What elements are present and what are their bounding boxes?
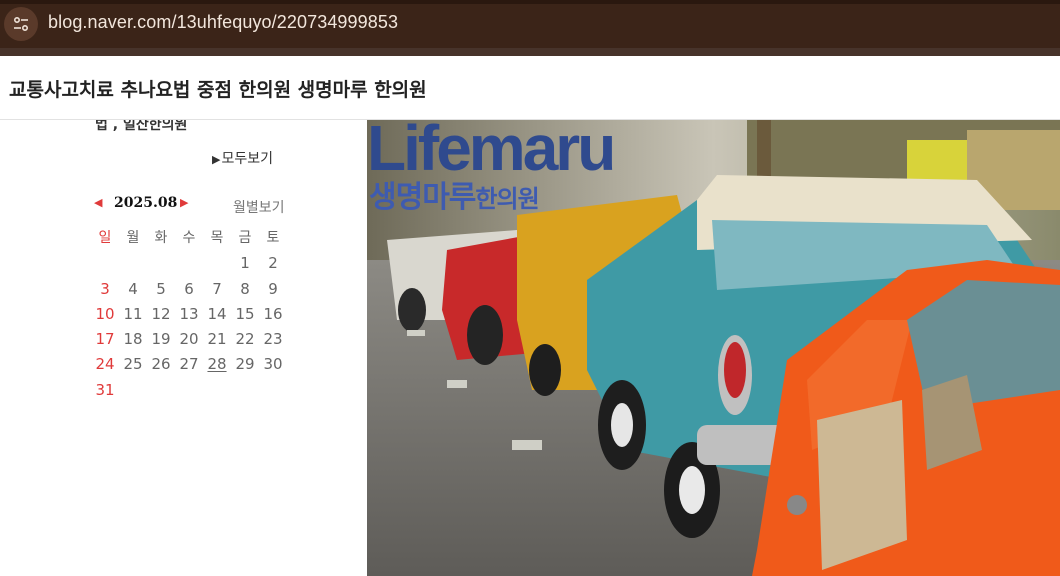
calendar-day: 1 (240, 254, 250, 273)
calendar-empty-cell (203, 254, 231, 279)
calendar-day: 24 (95, 355, 115, 374)
calendar-day: 17 (95, 330, 115, 349)
weekday-label: 토 (266, 230, 280, 246)
calendar-day: 4 (128, 279, 138, 298)
monthly-view-link[interactable]: 월별보기 (233, 197, 285, 217)
calendar-week-row: 10 11 12 13 14 15 16 (91, 305, 287, 330)
calendar-week-row: 3456789 (91, 280, 287, 305)
calendar-empty-cell (203, 381, 231, 406)
calendar-day: 2 (268, 254, 278, 273)
logo-korean-main: 생명마루 (369, 180, 476, 215)
lifemaru-logo: Lifemaru (367, 120, 616, 184)
calendar-empty-cell (175, 254, 203, 279)
toolbar-divider (0, 48, 1060, 56)
calendar-empty-cell (259, 381, 287, 406)
tune-icon (13, 16, 29, 32)
lifemaru-logo-korean: 생명마루한의원 (369, 180, 540, 217)
calendar-day: 16 (263, 304, 283, 323)
category-item[interactable]: 법 , 일산한의원 (95, 120, 187, 134)
calendar-day: 19 (151, 330, 171, 349)
next-month-icon[interactable]: ▶ (180, 196, 188, 209)
calendar-day: 15 (235, 304, 255, 323)
calendar-day: 6 (184, 279, 194, 298)
calendar-day: 22 (235, 330, 255, 349)
logo-korean-sub: 한의원 (475, 185, 539, 213)
calendar-grid: 일 월 화 수 목 금 토 1 2 3 4 5 6 7 8 9 10 11 12 13 14 15 16 17 1… (91, 229, 287, 406)
calendar-day: 30 (263, 355, 283, 374)
weekday-label: 목 (210, 230, 224, 246)
calendar-day: 29 (235, 355, 255, 374)
view-all-label: 모두보기 (221, 151, 273, 167)
calendar-weeks: 1 2 3 4 5 6 7 8 9 10 11 12 13 14 15 16 17 18 19 20 21 22 23 24 2… (91, 254, 287, 406)
calendar-empty-cell (119, 381, 147, 406)
view-all-link[interactable]: ▶모두보기 (212, 148, 273, 168)
calendar-weekday-row: 일 월 화 수 목 금 토 (91, 229, 287, 254)
calendar-day: 10 (95, 304, 115, 323)
browser-toolbar: blog.naver.com/13uhfequyo/220734999853 (0, 0, 1060, 48)
window-top-strip (0, 0, 1060, 4)
play-icon: ▶ (212, 153, 221, 166)
calendar-day: 21 (207, 330, 227, 349)
calendar-day: 31 (95, 380, 115, 399)
weekday-label: 금 (238, 230, 252, 246)
calendar-day[interactable]: 28 (203, 355, 231, 380)
calendar-empty-cell (175, 381, 203, 406)
calendar-day: 18 (123, 330, 143, 349)
weekday-label: 일 (98, 230, 112, 246)
calendar-day: 12 (151, 304, 171, 323)
calendar-empty-cell (231, 381, 259, 406)
calendar-day: 5 (156, 279, 166, 298)
calendar-empty-cell (91, 254, 119, 279)
address-bar-url[interactable]: blog.naver.com/13uhfequyo/220734999853 (48, 12, 398, 33)
calendar-day: 25 (123, 355, 143, 374)
site-info-button[interactable] (4, 7, 38, 41)
calendar-day: 20 (179, 330, 199, 349)
weekday-label: 화 (154, 230, 168, 246)
prev-month-icon[interactable]: ◀ (94, 196, 102, 209)
calendar-day: 13 (179, 304, 199, 323)
calendar-empty-cell (147, 254, 175, 279)
blog-header: 교통사고치료 추나요법 중점 한의원 생명마루 한의원 (0, 56, 1060, 120)
calendar-week-row: 17 18 19 20 21 22 23 (91, 330, 287, 355)
calendar-day: 9 (268, 279, 278, 298)
banner-photo: Lifemaru 생명마루한의원 (367, 120, 1060, 576)
calendar-day: 8 (240, 279, 250, 298)
calendar-empty-cell (147, 381, 175, 406)
calendar-day: 3 (100, 279, 110, 298)
calendar-month: 2025.08 (114, 195, 178, 211)
blog-title[interactable]: 교통사고치료 추나요법 중점 한의원 생명마루 한의원 (9, 75, 427, 102)
calendar-empty-cell (119, 254, 147, 279)
sidebar: 법 , 일산한의원 ▶모두보기 ◀ 2025.08 ▶ 월별보기 일 월 화 수… (0, 120, 367, 576)
calendar-week-row: 12 (91, 254, 287, 279)
calendar-week-row: 24 25 26 27 28 29 30 (91, 355, 287, 380)
calendar-day: 27 (179, 355, 199, 374)
weekday-label: 수 (182, 230, 196, 246)
weekday-label: 월 (126, 230, 140, 246)
calendar-day: 23 (263, 330, 283, 349)
calendar-week-row: 31 (91, 381, 287, 406)
calendar-day: 7 (212, 279, 222, 298)
calendar-day: 26 (151, 355, 171, 374)
calendar-day: 11 (123, 304, 143, 323)
calendar-day: 14 (207, 304, 227, 323)
